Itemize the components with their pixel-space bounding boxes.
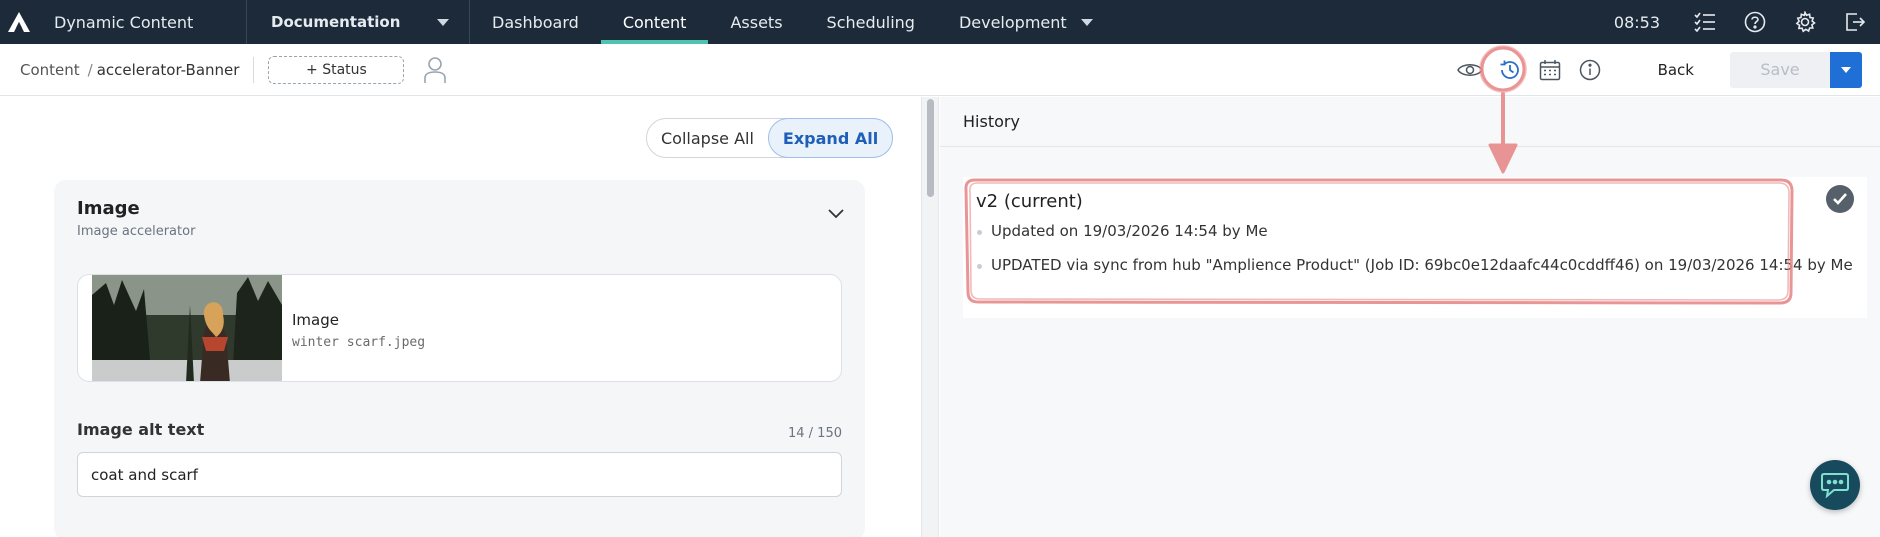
history-header: History	[940, 97, 1880, 147]
history-panel: History v2 (current) Updated on 19/03/20…	[940, 97, 1880, 537]
hub-label: Documentation	[271, 13, 401, 31]
user-icon[interactable]	[422, 55, 448, 85]
alt-text-char-count: 14 / 150	[788, 426, 842, 441]
image-thumbnail	[92, 275, 282, 381]
chat-support-button[interactable]	[1810, 460, 1860, 510]
toolbar-divider	[253, 56, 255, 83]
help-icon[interactable]	[1730, 0, 1780, 44]
amplience-logo-icon[interactable]	[0, 0, 38, 44]
logout-icon[interactable]	[1830, 0, 1880, 44]
tab-scheduling[interactable]: Scheduling	[805, 0, 937, 44]
breadcrumb: Content / accelerator-Banner	[0, 61, 239, 79]
alt-text-label: Image alt text	[77, 420, 205, 439]
clock: 08:53	[1613, 12, 1660, 32]
chevron-down-icon	[437, 18, 449, 26]
back-button[interactable]: Back	[1610, 61, 1730, 79]
version-title: v2 (current)	[976, 191, 1083, 212]
section-title: Image	[77, 198, 140, 219]
image-picker[interactable]: Image winter scarf.jpeg	[77, 274, 842, 382]
app-title: Dynamic Content	[54, 12, 194, 32]
alt-text-input[interactable]	[77, 452, 842, 497]
image-field-label: Image	[292, 311, 339, 329]
hub-selector[interactable]: Documentation	[247, 13, 469, 31]
content-toolbar: Content / accelerator-Banner + Status Ba…	[0, 44, 1880, 96]
chat-icon	[1821, 473, 1849, 498]
task-list-icon[interactable]	[1680, 0, 1730, 44]
tab-content[interactable]: Content	[600, 0, 709, 44]
history-entry: UPDATED via sync from hub "Amplience Pro…	[977, 256, 1853, 274]
section-subtitle: Image accelerator	[77, 224, 196, 239]
info-icon[interactable]	[1570, 50, 1610, 90]
check-icon	[1826, 185, 1854, 213]
scrollbar-thumb[interactable]	[927, 99, 934, 197]
history-icon[interactable]	[1490, 50, 1530, 90]
chevron-down-icon	[1841, 66, 1851, 73]
top-nav: Dynamic Content Documentation Dashboard …	[0, 0, 1880, 44]
editor-scrollbar[interactable]	[921, 97, 939, 537]
history-version-card[interactable]: v2 (current) Updated on 19/03/2026 14:54…	[963, 177, 1867, 318]
chevron-down-icon[interactable]	[827, 204, 845, 223]
tab-assets[interactable]: Assets	[708, 0, 804, 44]
expand-all-button[interactable]: Expand All	[767, 118, 894, 158]
collapse-all-button[interactable]: Collapse All	[647, 119, 768, 157]
calendar-icon[interactable]	[1530, 50, 1570, 90]
content-editor-panel: Collapse All Expand All Image Image acce…	[0, 97, 921, 537]
history-entry: Updated on 19/03/2026 14:54 by Me	[977, 222, 1268, 240]
image-filename: winter scarf.jpeg	[292, 335, 426, 350]
chevron-down-icon[interactable]	[1080, 18, 1093, 26]
tab-dashboard[interactable]: Dashboard	[470, 0, 601, 44]
collapse-expand-toggle: Collapse All Expand All	[646, 118, 894, 158]
save-button[interactable]: Save	[1730, 51, 1830, 88]
breadcrumb-current: accelerator-Banner	[96, 60, 240, 79]
settings-icon[interactable]	[1780, 0, 1830, 44]
save-options-dropdown[interactable]	[1830, 51, 1862, 88]
breadcrumb-separator: /	[87, 60, 93, 79]
tab-development[interactable]: Development	[937, 0, 1081, 44]
breadcrumb-content-link[interactable]: Content	[20, 61, 80, 79]
image-section-card: Image Image accelerator Image winter sca…	[54, 180, 865, 537]
add-status-button[interactable]: + Status	[268, 55, 405, 84]
preview-eye-icon[interactable]	[1450, 50, 1490, 90]
